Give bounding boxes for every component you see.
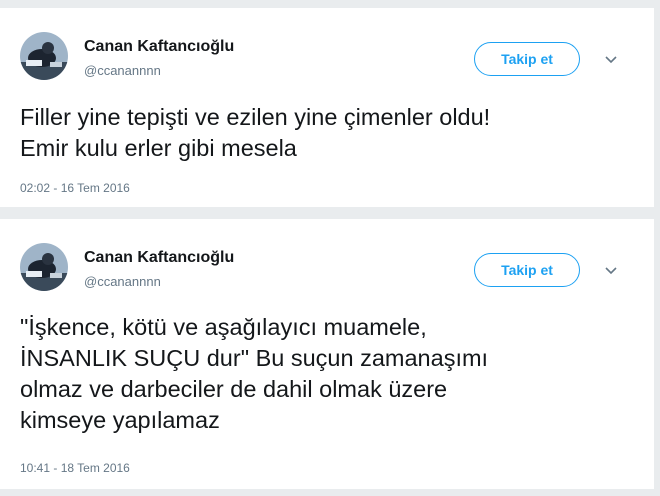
tweet-timestamp[interactable]: 02:02 - 16 Tem 2016 bbox=[20, 181, 130, 195]
follow-button[interactable]: Takip et bbox=[474, 253, 580, 287]
display-name[interactable]: Canan Kaftancıoğlu bbox=[84, 38, 234, 56]
user-handle[interactable]: @ccanannnn bbox=[84, 63, 161, 78]
tweet-text: Filler yine tepişti ve ezilen yine çimen… bbox=[20, 104, 491, 161]
chevron-down-icon[interactable] bbox=[605, 56, 617, 64]
chevron-down-icon[interactable] bbox=[605, 267, 617, 275]
tweet-card[interactable]: Canan Kaftancıoğlu @ccanannnn Takip et F… bbox=[0, 8, 654, 207]
user-handle[interactable]: @ccanannnn bbox=[84, 274, 161, 289]
tweet-text: "İşkence, kötü ve aşağılayıcı muamele, İ… bbox=[20, 314, 489, 433]
avatar[interactable] bbox=[20, 32, 68, 80]
tweet-card[interactable]: Canan Kaftancıoğlu @ccanannnn Takip et "… bbox=[0, 219, 654, 489]
follow-button[interactable]: Takip et bbox=[474, 42, 580, 76]
display-name[interactable]: Canan Kaftancıoğlu bbox=[84, 249, 234, 267]
avatar[interactable] bbox=[20, 243, 68, 291]
tweet-timestamp[interactable]: 10:41 - 18 Tem 2016 bbox=[20, 461, 130, 475]
